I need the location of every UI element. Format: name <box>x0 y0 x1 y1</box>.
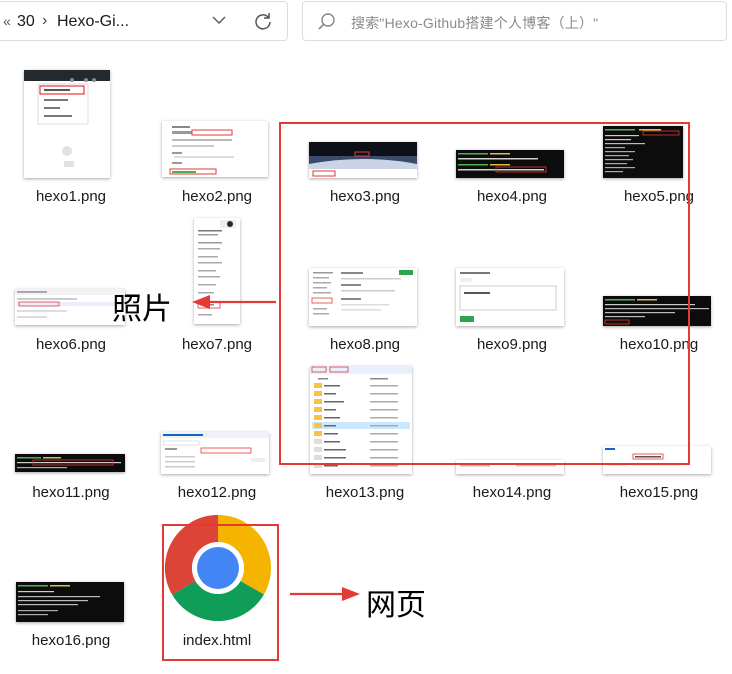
explorer-toolbar: « 30 › Hexo-Gi... 搜索"Hexo-Github搭建个人博客（上… <box>0 0 732 50</box>
search-box[interactable]: 搜索"Hexo-Github搭建个人博客（上）" <box>302 1 727 41</box>
thumbnail <box>24 70 110 178</box>
file-hexo11[interactable]: hexo11.png <box>6 452 136 508</box>
thumbnail <box>15 289 125 325</box>
file-hexo16[interactable]: hexo16.png <box>6 580 136 656</box>
webpage-label: 网页 <box>366 588 426 623</box>
file-name: hexo14.png <box>472 484 552 501</box>
photos-highlight-box <box>279 122 690 465</box>
file-hexo1[interactable]: hexo1.png <box>6 68 136 212</box>
search-icon <box>318 13 335 30</box>
thumbnail <box>162 121 268 177</box>
file-name: hexo2.png <box>181 188 253 205</box>
chevron-down-icon[interactable] <box>211 12 227 28</box>
arrow-right-icon <box>290 587 360 601</box>
breadcrumb-item-30[interactable]: 30 <box>17 13 35 31</box>
thumbnail <box>161 432 269 474</box>
refresh-icon[interactable] <box>253 11 273 31</box>
search-input[interactable]: 搜索"Hexo-Github搭建个人博客（上）" <box>351 13 598 33</box>
breadcrumb-item-folder[interactable]: Hexo-Gi... <box>57 13 129 31</box>
file-name: hexo15.png <box>619 484 699 501</box>
file-name: hexo12.png <box>177 484 257 501</box>
file-name: hexo13.png <box>325 484 405 501</box>
file-hexo2[interactable]: hexo2.png <box>152 118 282 212</box>
back-separator: « <box>3 13 11 29</box>
file-hexo14[interactable]: hexo14.png <box>447 458 577 508</box>
file-name: hexo16.png <box>31 632 111 649</box>
webpage-highlight-box <box>162 524 279 661</box>
address-bar[interactable]: « 30 › Hexo-Gi... <box>0 1 288 41</box>
thumbnail <box>15 454 125 472</box>
photos-label: 照片 <box>112 292 172 327</box>
file-name: hexo11.png <box>32 484 110 501</box>
thumbnail <box>16 582 124 622</box>
breadcrumb-separator: › <box>42 12 48 29</box>
file-name: hexo1.png <box>35 188 107 205</box>
file-name: hexo6.png <box>35 336 107 353</box>
file-name: hexo7.png <box>181 336 253 353</box>
file-hexo12[interactable]: hexo12.png <box>152 430 282 508</box>
arrow-left-icon <box>192 295 276 309</box>
